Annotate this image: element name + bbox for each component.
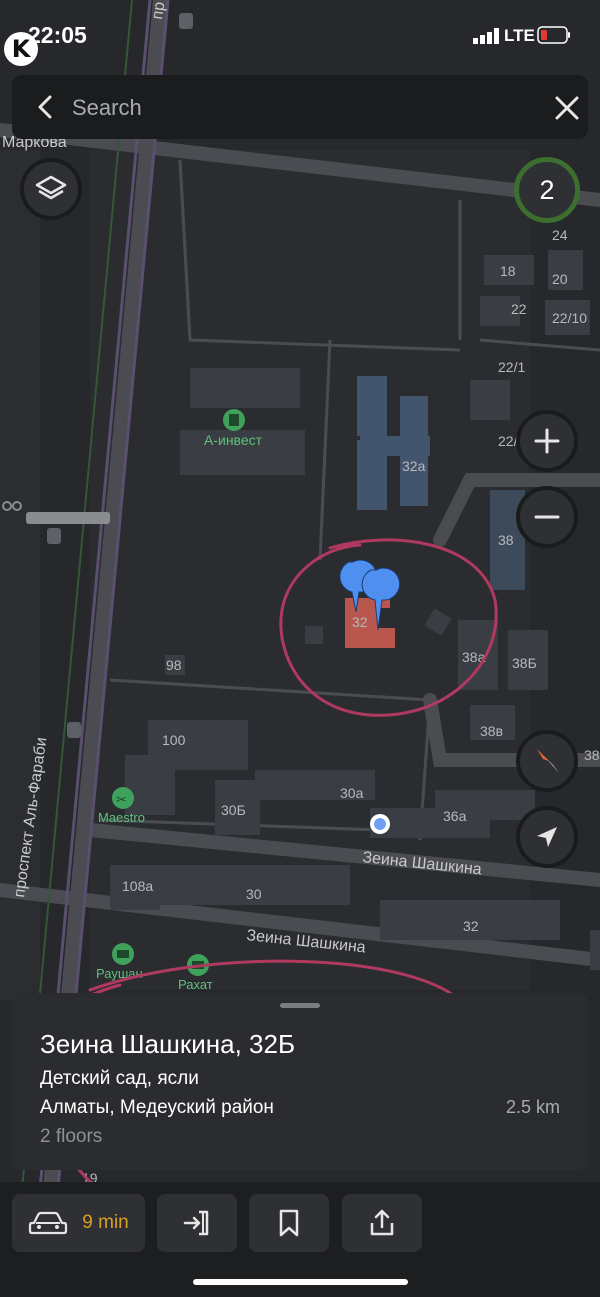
building-label: 20 [552,271,568,287]
building-label: 98 [166,657,182,673]
compass-icon [537,749,559,773]
building-label: 32 [463,918,479,934]
close-icon[interactable] [552,93,582,123]
place-address: Алматы, Медеуский район [40,1097,274,1118]
poi-label: Раушан [96,966,143,981]
route-button[interactable]: 9 min [12,1194,145,1252]
cluster-count-badge[interactable]: 2 [514,157,580,223]
current-location-dot [370,814,390,834]
navigation-arrow-icon [537,827,557,847]
building-label: 18 [500,263,516,279]
building-label: 30Б [221,802,246,818]
search-input[interactable] [70,87,534,129]
car-icon [29,1211,68,1235]
layers-button[interactable] [20,158,82,220]
enter-icon [183,1210,209,1236]
search-bar [12,75,588,139]
building-label: 22 [511,301,527,317]
layers-icon [35,175,67,200]
poi-label: А-инвест [204,432,263,448]
building-label: 36а [443,808,467,824]
home-indicator[interactable] [193,1279,408,1285]
building-label: 32а [402,458,426,474]
drag-handle[interactable] [280,1003,320,1008]
bookmark-icon [279,1209,299,1237]
network-type: LTE [504,26,535,45]
building-label: 38в [480,723,503,739]
my-location-button[interactable] [516,806,578,868]
status-bar: K 22:05 LTE [0,0,600,70]
enter-building-button[interactable] [157,1194,237,1252]
poi-label: Рахат [178,977,213,992]
bookmark-button[interactable] [249,1194,329,1252]
signal-icon [473,28,499,44]
battery-low-icon [537,26,570,44]
building-label: 30а [340,785,364,801]
basket-icon [117,950,129,958]
building-label: 22/1 [498,359,525,375]
building-label: 38Б [512,655,537,671]
poi-label: Maestro [98,810,145,825]
building-label: 38 [584,747,600,763]
zoom-out-button[interactable] [516,486,578,548]
building-label: 108а [122,878,153,894]
place-card[interactable]: Зеина Шашкина, 32Б Детский сад, ясли Алм… [12,993,588,1170]
building-label: 22/10 [552,310,587,326]
building-label: 24 [552,227,568,243]
status-time: 22:05 [28,22,87,48]
building-label: 30 [246,886,262,902]
building-icon [229,414,239,426]
place-distance: 2.5 km [505,1097,560,1117]
plus-icon [534,428,560,454]
building-label: 100 [162,732,186,748]
route-time: 9 min [82,1212,129,1233]
share-button[interactable] [342,1194,422,1252]
building-label: 38 [498,532,514,548]
place-title: Зеина Шашкина, 32Б [40,1029,296,1059]
compass-button[interactable] [516,730,578,792]
place-floors: 2 floors [40,1126,103,1147]
bus-stop-icon[interactable] [67,722,81,738]
back-arrow-icon[interactable] [30,91,62,123]
bus-stop-icon[interactable] [47,528,61,544]
share-icon [370,1209,394,1236]
building-label: 32 [352,614,368,630]
place-type: Детский сад, ясли [40,1068,199,1089]
scissors-icon: ✂ [116,793,127,808]
minus-icon [534,515,560,519]
zoom-in-button[interactable] [516,410,578,472]
